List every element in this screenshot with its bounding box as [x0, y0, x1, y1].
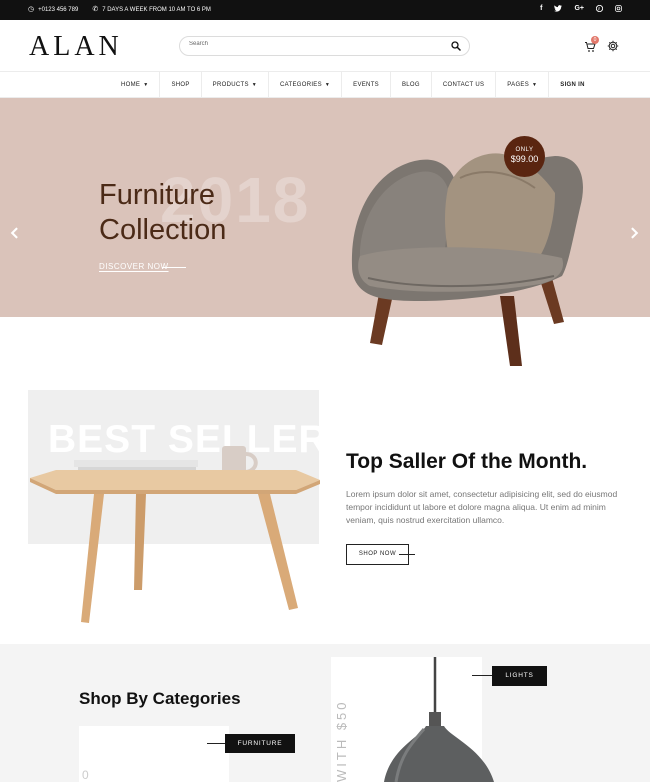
category-card-furniture[interactable]	[79, 726, 229, 782]
nav-item-contact[interactable]: CONTACT US	[432, 72, 497, 98]
site-header: ALAN 0	[0, 20, 650, 72]
top-bar: ◷ +0123 456 789 ✆ 7 DAYS A WEEK FROM 10 …	[0, 0, 650, 20]
chevron-left-icon[interactable]	[8, 226, 22, 240]
caret-down-icon: ▼	[251, 82, 257, 88]
category-card-ghost-text: 0	[82, 768, 89, 782]
contact-info: ◷ +0123 456 789 ✆ 7 DAYS A WEEK FROM 10 …	[28, 6, 211, 14]
pinterest-icon[interactable]	[595, 4, 604, 14]
armchair-image	[351, 153, 583, 366]
nav-item-products[interactable]: PRODUCTS ▼	[202, 72, 269, 98]
phone-number: +0123 456 789	[38, 7, 79, 13]
discover-underline	[162, 267, 186, 268]
nav-item-events[interactable]: EVENTS	[342, 72, 391, 98]
nav-item-blog[interactable]: BLOG	[391, 72, 432, 98]
nav-item-home[interactable]: HOME ▼	[109, 72, 161, 98]
instagram-icon[interactable]	[615, 5, 622, 14]
price-badge: ONLY $99.00	[504, 136, 545, 177]
twitter-icon[interactable]	[554, 5, 563, 14]
phone-icon: ✆	[92, 6, 99, 13]
gear-icon[interactable]	[607, 40, 619, 52]
coffee-table-image	[30, 446, 320, 623]
shop-now-line	[399, 554, 415, 555]
bestseller-description: Lorem ipsum dolor sit amet, consectetur …	[346, 489, 618, 525]
lights-category-label[interactable]: LIGHTS	[492, 666, 547, 686]
caret-down-icon: ▼	[532, 82, 538, 88]
cart-count-badge: 0	[591, 36, 599, 44]
search-bar	[179, 36, 470, 56]
facebook-icon[interactable]: f	[540, 5, 542, 14]
clock-icon: ◷	[28, 6, 35, 13]
search-icon[interactable]	[451, 41, 461, 51]
caret-down-icon: ▼	[143, 82, 149, 88]
categories-title: Shop By Categories	[79, 689, 241, 708]
google-plus-icon[interactable]: G+	[574, 5, 584, 14]
price-value: $99.00	[510, 154, 539, 164]
nav-item-shop[interactable]: SHOP	[160, 72, 202, 98]
site-logo[interactable]: ALAN	[29, 31, 123, 63]
furniture-label-line	[207, 743, 225, 744]
chevron-right-icon[interactable]	[627, 226, 641, 240]
opening-hours: 7 DAYS A WEEK FROM 10 AM TO 6 PM	[102, 7, 211, 13]
nav-item-pages[interactable]: PAGES ▼	[496, 72, 550, 98]
search-input[interactable]	[189, 41, 429, 47]
bestseller-title: Top Saller Of the Month.	[346, 450, 588, 473]
discover-now-link[interactable]: DISCOVER NOW	[99, 262, 169, 271]
lights-label-line	[472, 675, 492, 676]
hero-title: Furniture Collection	[99, 179, 227, 246]
vertical-price-text: WITH $50	[334, 699, 349, 782]
furniture-category-label[interactable]: FURNITURE	[225, 734, 295, 753]
caret-down-icon: ▼	[324, 82, 331, 88]
nav-item-sign-in[interactable]: SIGN IN	[549, 72, 595, 98]
main-navigation: HOME ▼ SHOP PRODUCTS ▼ CATEGORIES ▼ EVENTS …	[0, 72, 650, 98]
nav-item-categories[interactable]: CATEGORIES ▼	[269, 72, 343, 98]
social-links: f G+	[540, 4, 622, 14]
